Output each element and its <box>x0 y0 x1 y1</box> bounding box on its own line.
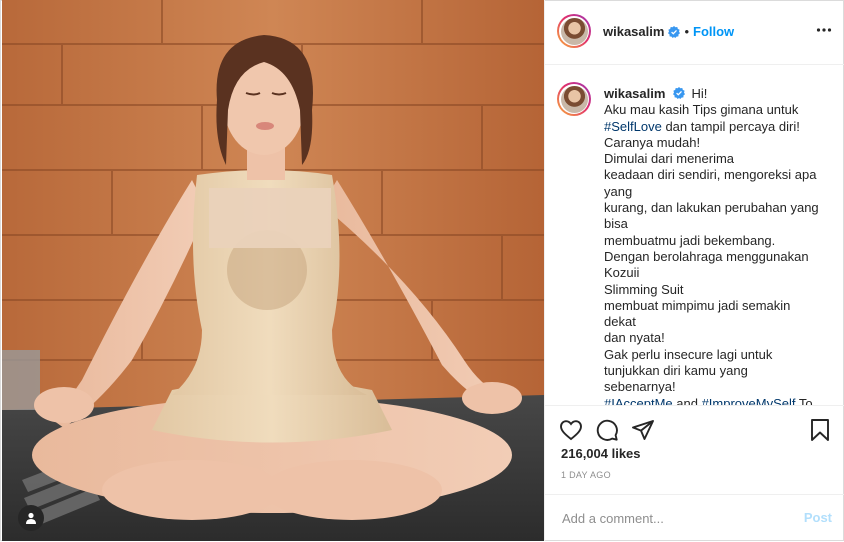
avatar-image <box>560 17 588 45</box>
save-button[interactable] <box>809 418 831 447</box>
follow-button[interactable]: Follow <box>693 24 734 39</box>
more-options-button[interactable] <box>816 22 832 43</box>
caption-text-segment: and <box>672 395 702 405</box>
post-comment-button[interactable]: Post <box>804 510 832 525</box>
more-options-icon <box>816 28 832 32</box>
bookmark-icon <box>811 419 829 441</box>
comment-input[interactable] <box>560 507 794 529</box>
post-side-panel: wikasalim • Follow wikasalim Hi! Aku mau… <box>544 0 844 541</box>
user-tag-button[interactable] <box>18 505 44 531</box>
share-icon <box>632 420 654 440</box>
post-photo[interactable] <box>2 0 544 541</box>
hashtag-link[interactable]: #ImproveMySelf <box>702 396 796 405</box>
caption-text: wikasalim Hi! Aku mau kasih Tips gimana … <box>604 86 819 405</box>
header-username[interactable]: wikasalim <box>603 24 664 39</box>
hashtag-link[interactable]: #IAcceptMe <box>604 396 673 405</box>
caption-verified-badge-icon <box>673 87 686 99</box>
caption-area[interactable]: wikasalim Hi! Aku mau kasih Tips gimana … <box>545 65 844 405</box>
header-separator: • <box>684 24 689 39</box>
caption-avatar[interactable] <box>557 82 591 116</box>
hashtag-link[interactable]: #SelfLove <box>604 119 662 134</box>
post-header: wikasalim • Follow <box>545 0 844 65</box>
verified-badge-icon <box>668 25 681 38</box>
caption-text-segment: dan tampil percaya diri! Caranya mudah! … <box>604 118 819 395</box>
caption-username[interactable]: wikasalim <box>604 86 665 101</box>
like-button[interactable] <box>559 418 583 447</box>
user-tag-icon <box>26 512 36 524</box>
comment-box: Post <box>545 494 844 542</box>
share-button[interactable] <box>631 418 655 447</box>
likes-count[interactable]: 216,004 likes <box>561 446 641 461</box>
caption-body: Hi! Aku mau kasih Tips gimana untuk #Sel… <box>604 86 819 405</box>
post-timestamp[interactable]: 1 DAY AGO <box>561 470 611 480</box>
photo-illustration <box>2 0 544 541</box>
caption-text-segment: To <box>798 395 813 405</box>
heart-icon <box>560 420 582 441</box>
avatar[interactable] <box>557 14 591 48</box>
caption-avatar-image <box>560 85 588 113</box>
comment-button[interactable] <box>595 418 619 447</box>
comment-icon <box>596 419 618 441</box>
